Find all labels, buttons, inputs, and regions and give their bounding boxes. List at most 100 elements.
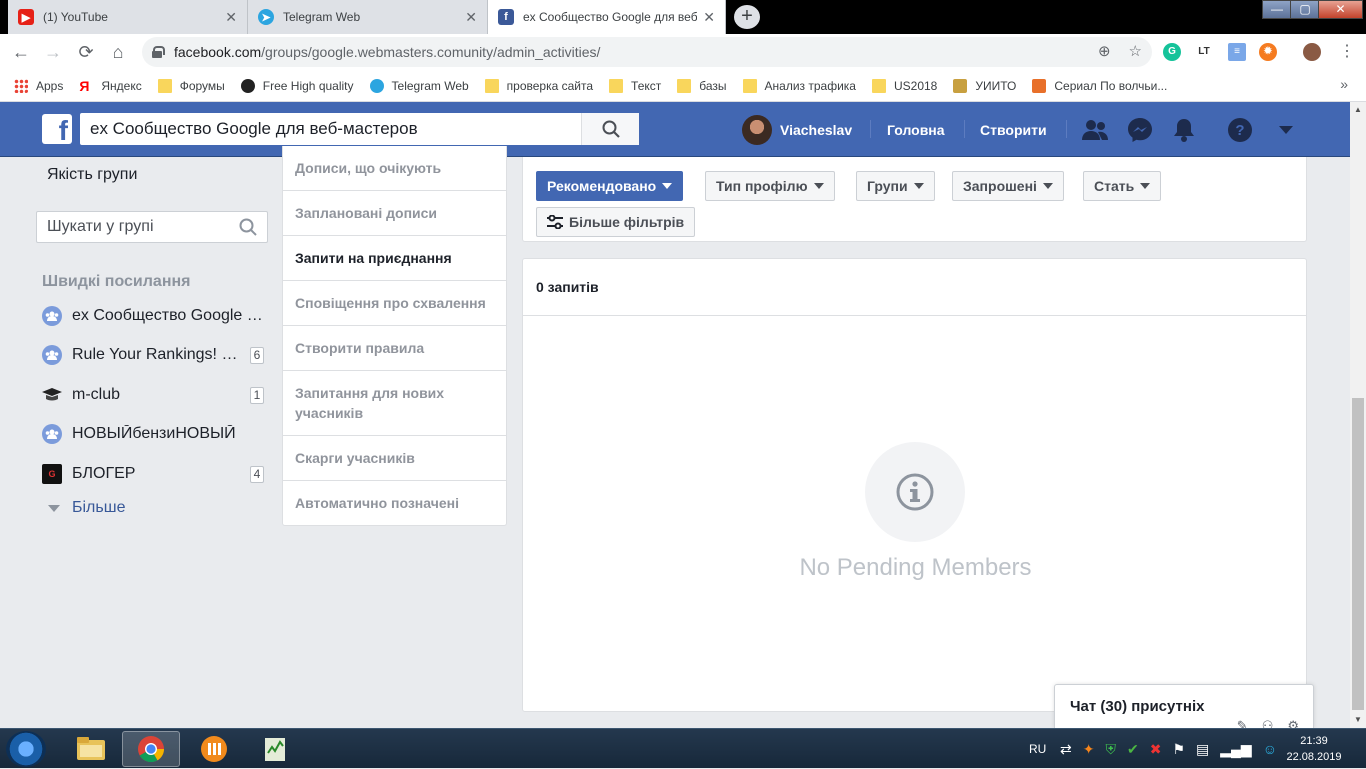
- lt-extension-icon[interactable]: LT: [1195, 43, 1213, 61]
- more-filters-button[interactable]: Більше фільтрів: [536, 207, 696, 237]
- folder-icon: [677, 78, 692, 93]
- bookmark-forums[interactable]: Форумы: [157, 78, 225, 93]
- checkmark-icon[interactable]: ✔: [1127, 741, 1139, 758]
- browser-tab-telegram[interactable]: ➤ Telegram Web ✕: [248, 0, 488, 34]
- profile-link[interactable]: Viacheslav: [742, 102, 852, 157]
- quick-link-item[interactable]: ex Сообщество Google для веб-мастеров: [42, 304, 264, 328]
- browser-tab-facebook[interactable]: f ex Сообщество Google для веб ✕: [488, 0, 726, 34]
- chrome-taskbar-icon[interactable]: [122, 731, 180, 767]
- bookmarks-overflow-icon[interactable]: »: [1340, 76, 1348, 92]
- group-search-input[interactable]: [37, 218, 239, 236]
- bookmark-site-check[interactable]: проверка сайта: [484, 78, 593, 93]
- bookmark-telegram[interactable]: Telegram Web: [369, 78, 469, 93]
- bookmark-yandex[interactable]: Я Яндекс: [79, 79, 141, 93]
- messenger-icon[interactable]: [1126, 116, 1154, 144]
- bookmark-star-icon[interactable]: ☆: [1129, 42, 1142, 60]
- menu-membership-questions[interactable]: Запитання для нових учасників: [283, 371, 506, 436]
- windows-start-button[interactable]: [6, 731, 46, 767]
- bookmark-free-high-quality[interactable]: Free High quality: [240, 78, 354, 93]
- create-link[interactable]: Створити: [980, 102, 1047, 157]
- menu-pending-posts[interactable]: Дописи, що очікують: [283, 146, 506, 191]
- browser-tab-youtube[interactable]: ▶ (1) YouTube ✕: [8, 0, 248, 34]
- folder-icon: [484, 78, 499, 93]
- close-icon[interactable]: ✕: [225, 9, 237, 26]
- bookmark-us2018[interactable]: US2018: [871, 78, 937, 93]
- grammarly-extension-icon[interactable]: G: [1163, 43, 1181, 61]
- metamask-icon[interactable]: ✦: [1083, 741, 1095, 758]
- facebook-logo-icon[interactable]: f: [42, 114, 72, 144]
- shield-icon[interactable]: ⛨: [1105, 741, 1116, 758]
- close-window-button[interactable]: ✕: [1318, 0, 1363, 19]
- chat-tab[interactable]: Чат (30) присутніх ✎ ⚇ ⚙: [1054, 684, 1314, 733]
- forward-arrow-icon[interactable]: →: [42, 41, 64, 63]
- quick-link-item[interactable]: Rule Your Rankings! SEO & Digital Market…: [42, 343, 264, 367]
- gender-filter-button[interactable]: Стать: [1083, 171, 1162, 201]
- profile-avatar-icon[interactable]: [1303, 43, 1321, 61]
- home-icon[interactable]: ⌂: [107, 41, 129, 63]
- nav-divider: [870, 120, 871, 138]
- account-menu-caret-icon[interactable]: [1272, 116, 1300, 144]
- fire-extension-icon[interactable]: ✹: [1259, 43, 1277, 61]
- maximize-button[interactable]: ▢: [1290, 0, 1320, 19]
- menu-approval-notifications[interactable]: Сповіщення про схвалення: [283, 281, 506, 326]
- bookmark-bases[interactable]: базы: [677, 78, 727, 93]
- facebook-search-input[interactable]: [80, 113, 581, 145]
- more-link[interactable]: Більше: [48, 499, 125, 517]
- quick-link-item[interactable]: m-club 1: [42, 383, 264, 407]
- explorer-taskbar-icon[interactable]: [62, 731, 120, 767]
- back-arrow-icon[interactable]: ←: [10, 41, 32, 63]
- home-link[interactable]: Головна: [887, 102, 945, 157]
- quick-link-label: Rule Your Rankings! SEO & Digital Market…: [72, 346, 246, 363]
- flag-icon[interactable]: ⚑: [1172, 741, 1185, 758]
- menu-create-rules[interactable]: Створити правила: [283, 326, 506, 371]
- chrome-menu-icon[interactable]: ⋮: [1336, 41, 1358, 63]
- recommended-sort-button[interactable]: Рекомендовано: [536, 171, 684, 201]
- scroll-down-icon[interactable]: ▼: [1350, 712, 1366, 728]
- bookmark-uiito[interactable]: УИИТО: [953, 78, 1016, 93]
- button-label: Тип профілю: [716, 178, 808, 194]
- keyboard-language[interactable]: RU: [1029, 729, 1046, 769]
- bookmark-traffic[interactable]: Анализ трафика: [742, 78, 856, 93]
- close-icon[interactable]: ✕: [465, 9, 477, 26]
- group-quality-link[interactable]: Якість групи: [47, 166, 137, 184]
- zoom-icon[interactable]: ⊕: [1098, 42, 1111, 60]
- quick-link-item[interactable]: НОВЫЙбензиНОВЫЙ: [42, 422, 264, 446]
- bookmark-text[interactable]: Текст: [609, 78, 661, 93]
- sound-muted-icon[interactable]: ✖: [1150, 741, 1162, 758]
- filter-panel: Рекомендовано Тип профілю Групи Запрошен…: [522, 157, 1307, 242]
- groups-filter-button[interactable]: Групи: [856, 171, 935, 201]
- clipboard-icon[interactable]: ▤: [1196, 741, 1209, 758]
- menu-scheduled-posts[interactable]: Заплановані дописи: [283, 191, 506, 236]
- address-bar[interactable]: facebook.com/groups/google.webmasters.co…: [142, 37, 1152, 67]
- notifications-bell-icon[interactable]: [1170, 116, 1198, 144]
- search-icon[interactable]: [239, 218, 257, 236]
- invited-filter-button[interactable]: Запрошені: [952, 171, 1064, 201]
- scroll-up-icon[interactable]: ▲: [1350, 102, 1366, 118]
- network-sync-icon[interactable]: ⇄: [1060, 741, 1072, 758]
- menu-auto-flagged[interactable]: Автоматично позначені: [283, 481, 506, 525]
- friend-requests-icon[interactable]: [1081, 116, 1109, 144]
- menu-member-requests[interactable]: Запити на приєднання: [283, 236, 506, 281]
- close-icon[interactable]: ✕: [703, 9, 715, 26]
- help-icon[interactable]: ?: [1226, 116, 1254, 144]
- scrollbar-thumb[interactable]: [1352, 398, 1364, 710]
- taskbar-clock[interactable]: 21:39 22.08.2019: [1282, 733, 1346, 765]
- bookmark-apps[interactable]: Apps: [14, 78, 63, 93]
- notepad-taskbar-icon[interactable]: [246, 731, 304, 767]
- folder-icon: [871, 78, 886, 93]
- bookmark-label: Сериал По волчьи...: [1054, 78, 1168, 93]
- profile-type-filter-button[interactable]: Тип профілю: [705, 171, 835, 201]
- quick-link-item[interactable]: G БЛОГЕР 4: [42, 462, 264, 486]
- bookmark-serial[interactable]: Сериал По волчьи...: [1032, 78, 1168, 93]
- signal-strength-icon[interactable]: ▂▄▆: [1220, 741, 1251, 758]
- app-tray-icon[interactable]: ☺: [1263, 741, 1277, 757]
- facebook-top-bar: f Viacheslav Головна Створити ?: [0, 102, 1350, 157]
- minimize-button[interactable]: —: [1262, 0, 1292, 19]
- app-taskbar-icon[interactable]: [185, 731, 243, 767]
- search-button[interactable]: [581, 113, 639, 145]
- extension-icon[interactable]: ≡: [1228, 43, 1246, 61]
- reload-icon[interactable]: ⟳: [75, 41, 97, 63]
- new-tab-button[interactable]: +: [734, 5, 760, 29]
- menu-member-reports[interactable]: Скарги учасників: [283, 436, 506, 481]
- count-badge: 4: [250, 465, 264, 483]
